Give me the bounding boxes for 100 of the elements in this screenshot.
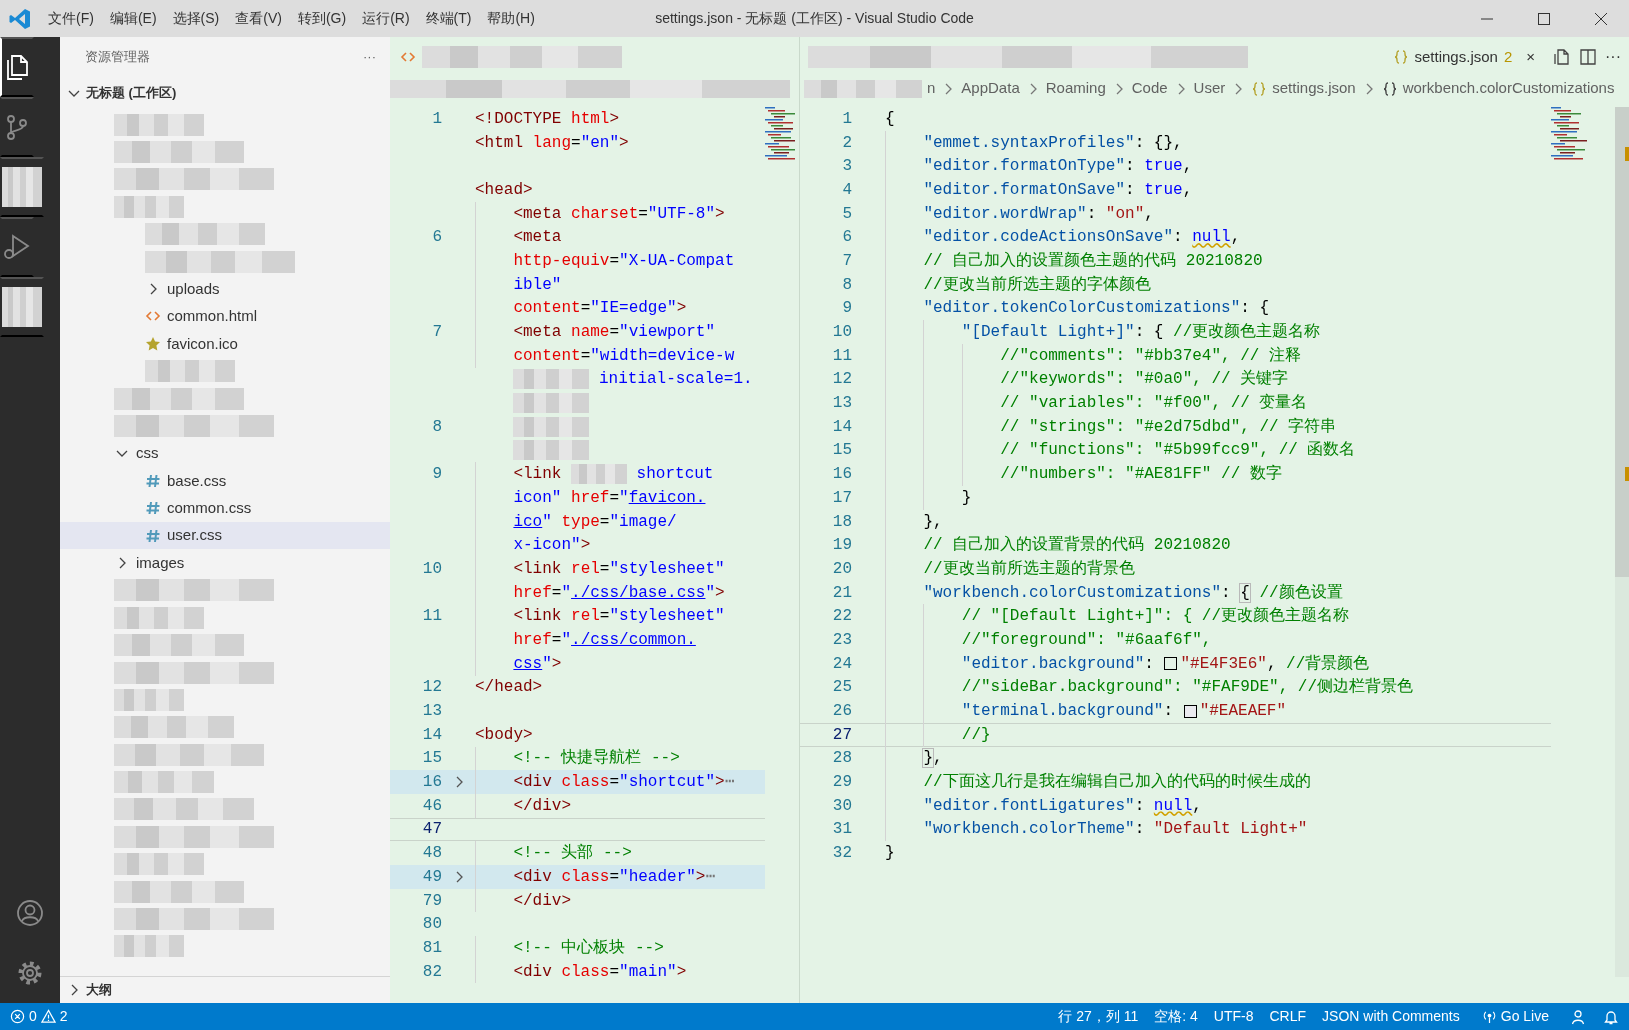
code-line: // "functions": "#5b99fcc9", // 函数名 (1000, 440, 1356, 462)
code-line: "workbench.colorCustomizations": { //颜色设置 (923, 582, 1343, 604)
activity-bar-item[interactable] (0, 157, 44, 217)
play-bug-icon (2, 232, 32, 262)
status-item[interactable]: JSON with Comments (1322, 1006, 1460, 1027)
breadcrumb-item[interactable]: Code (1131, 77, 1168, 100)
menu-item[interactable]: 文件(F) (40, 5, 102, 32)
line-number: 6 (431, 227, 442, 249)
bell-icon[interactable] (1603, 1008, 1619, 1025)
code-line: icon" href="favicon. (513, 487, 706, 509)
activity-bar-item[interactable] (0, 37, 34, 97)
breadcrumb-item[interactable]: User (1193, 77, 1226, 100)
file-name[interactable]: common.html (167, 305, 258, 328)
code-line: content="width=device-w (513, 345, 735, 367)
file-name[interactable]: common.css (167, 496, 252, 520)
more-actions-button[interactable]: ··· (1605, 45, 1621, 69)
file-name[interactable]: favicon.ico (167, 332, 238, 356)
line-number: 12 (831, 369, 852, 391)
code-line: //"foreground": "#6aaf6f", (961, 629, 1212, 651)
breadcrumb-item[interactable]: workbench.colorCustomizations (1402, 77, 1615, 100)
code-line: "[Default Light+]": { //更改颜色主题名称 (961, 321, 1321, 344)
code-line: //"keywords": "#0a0", // 关键字 (1000, 368, 1289, 391)
more-actions-button[interactable]: ··· (363, 47, 376, 67)
document-icon[interactable] (1553, 48, 1571, 66)
breadcrumb-item[interactable]: settings.json (1272, 77, 1356, 100)
tab-title: settings.json (1414, 46, 1498, 67)
activity-bar-item[interactable] (0, 97, 34, 157)
status-item[interactable]: 行 27，列 11 (1058, 1006, 1139, 1027)
folder-name[interactable]: uploads (167, 277, 220, 301)
workspace-title[interactable]: 无标题 (工作区) (86, 83, 177, 103)
line-number: 48 (421, 843, 442, 865)
error-count[interactable]: 0 (29, 1006, 37, 1027)
menu-item[interactable]: 查看(V) (227, 5, 290, 32)
line-number: 2 (841, 132, 852, 154)
folder-name[interactable]: images (136, 551, 185, 575)
file-name[interactable]: user.css (167, 524, 223, 547)
folder-name[interactable]: css (136, 442, 159, 465)
code-line: "editor.fontLigatures": null, (923, 795, 1202, 817)
menu-item[interactable]: 终端(T) (417, 5, 480, 32)
breadcrumb-item[interactable]: AppData (961, 77, 1020, 100)
status-item[interactable]: CRLF (1269, 1006, 1307, 1027)
menu-item[interactable]: 运行(R) (354, 5, 418, 32)
color-swatch[interactable] (1183, 704, 1197, 718)
error-icon[interactable] (10, 1009, 25, 1024)
split-editor-icon[interactable] (1579, 48, 1597, 66)
line-number: 1 (841, 108, 852, 130)
panel-title: 资源管理器 (85, 48, 150, 67)
color-swatch[interactable] (1164, 657, 1178, 671)
person-icon[interactable] (1571, 1008, 1587, 1025)
code-line: initial-scale=1. (598, 369, 753, 391)
minimap-drawing (1551, 107, 1587, 161)
go-live-button[interactable]: Go Live (1500, 1006, 1549, 1027)
menu-item[interactable]: 转到(G) (289, 5, 355, 32)
code-line: "#E4F3E6", //背景颜色 (1180, 653, 1370, 675)
account-icon[interactable] (15, 898, 45, 928)
code-line: <body> (475, 724, 533, 746)
menu-item[interactable]: 选择(S) (164, 5, 228, 32)
section-title[interactable]: 大纲 (86, 980, 112, 1000)
code-line: } (885, 843, 895, 865)
code-line: <!-- 快捷导航栏 --> (513, 747, 680, 770)
line-number: 5 (841, 203, 852, 225)
status-item[interactable]: 空格: 4 (1154, 1006, 1198, 1027)
code-line: // "variables": "#f00", // 变量名 (1000, 392, 1308, 415)
code-line: href="./css/base.css"> (513, 582, 725, 604)
menu-item[interactable]: 编辑(E) (101, 5, 165, 32)
line-number: 3 (841, 156, 852, 178)
line-number: 12 (421, 677, 442, 699)
activity-bar-item[interactable] (0, 277, 44, 337)
line-number: 8 (431, 416, 442, 438)
code-line: shortcut (635, 464, 714, 486)
line-number: 19 (831, 535, 852, 557)
code-line: //"numbers": "#AE81FF" // 数字 (1000, 463, 1282, 486)
warning-icon[interactable] (40, 1009, 56, 1024)
mosaic-patch (2, 287, 42, 327)
broadcast-icon (1481, 1009, 1497, 1024)
code-line: </div> (513, 795, 571, 817)
line-number: 15 (831, 440, 852, 462)
line-number: 14 (421, 724, 442, 746)
menu-item[interactable]: 帮助(H) (479, 5, 543, 32)
code-line: //"comments": "#bb37e4", // 注释 (1000, 345, 1302, 367)
line-number: 29 (831, 772, 852, 794)
line-number: 16 (831, 464, 852, 486)
close-icon (1594, 12, 1607, 25)
tab-close-button[interactable]: × (1526, 45, 1535, 69)
breadcrumb-item[interactable]: Roaming (1045, 77, 1106, 100)
code-line: http-equiv="X-UA-Compat (513, 250, 735, 272)
code-line: "editor.formatOnType": true, (923, 156, 1193, 178)
warning-count[interactable]: 2 (59, 1006, 68, 1027)
line-number: 20 (831, 558, 852, 580)
code-line: </head> (475, 677, 543, 699)
code-line: <div class="header">⋯ (513, 866, 716, 888)
line-number: 79 (421, 890, 442, 912)
breadcrumb-item[interactable]: n (927, 77, 936, 100)
minimap-drawing (765, 107, 795, 161)
code-line: <meta charset="UTF-8"> (513, 203, 725, 225)
code-line: href="./css/common. (513, 629, 696, 651)
status-item[interactable]: UTF-8 (1213, 1006, 1254, 1027)
line-number: 27 (831, 724, 852, 746)
file-name[interactable]: base.css (167, 469, 227, 492)
mosaic-patch (2, 167, 42, 207)
